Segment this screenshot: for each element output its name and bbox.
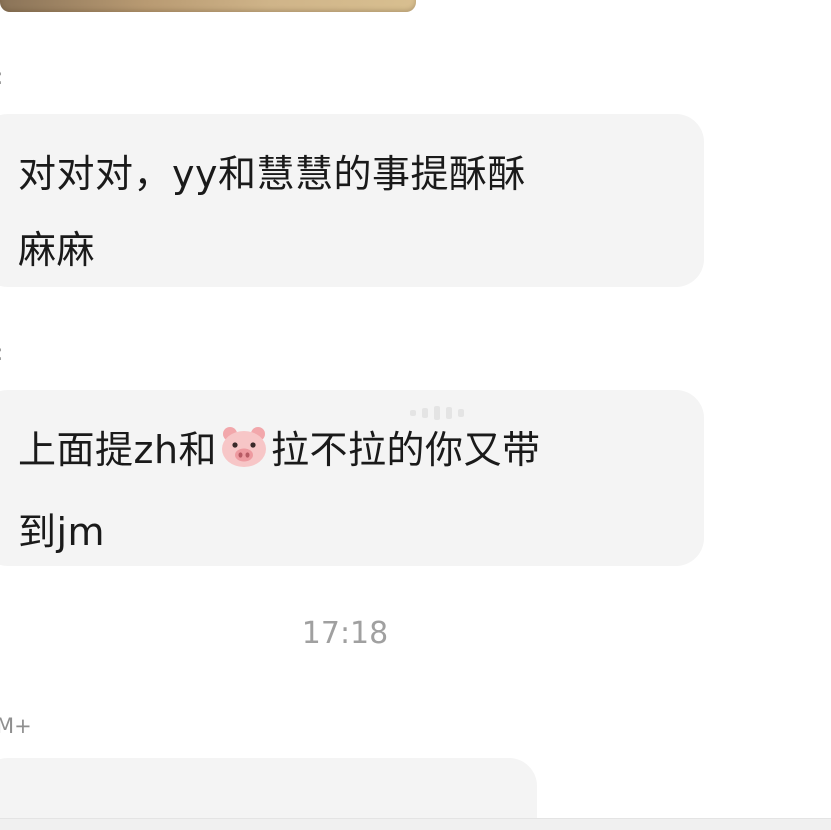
message-bubble[interactable]: 上面提zh和 拉不拉的你又带 到jm (0, 390, 704, 566)
sender-name: M+ (0, 714, 32, 738)
watermark-overlay (410, 404, 490, 422)
sender-name: : (0, 66, 3, 90)
message-bubble[interactable] (0, 758, 537, 818)
message-text-part: 上面提zh和 (18, 428, 218, 472)
input-bar[interactable] (0, 818, 831, 830)
message-text: 上面提zh和 拉不拉的你又带 到jm (18, 412, 664, 570)
message-bubble[interactable]: 对对对，yy和慧慧的事提酥酥 麻麻 (0, 114, 704, 287)
shared-image-thumbnail[interactable] (0, 0, 416, 12)
pig-face-icon (219, 418, 269, 494)
timestamp: 17:18 (301, 616, 389, 651)
sender-name: : (0, 342, 3, 366)
message-text: 对对对，yy和慧慧的事提酥酥 麻麻 (18, 152, 526, 272)
